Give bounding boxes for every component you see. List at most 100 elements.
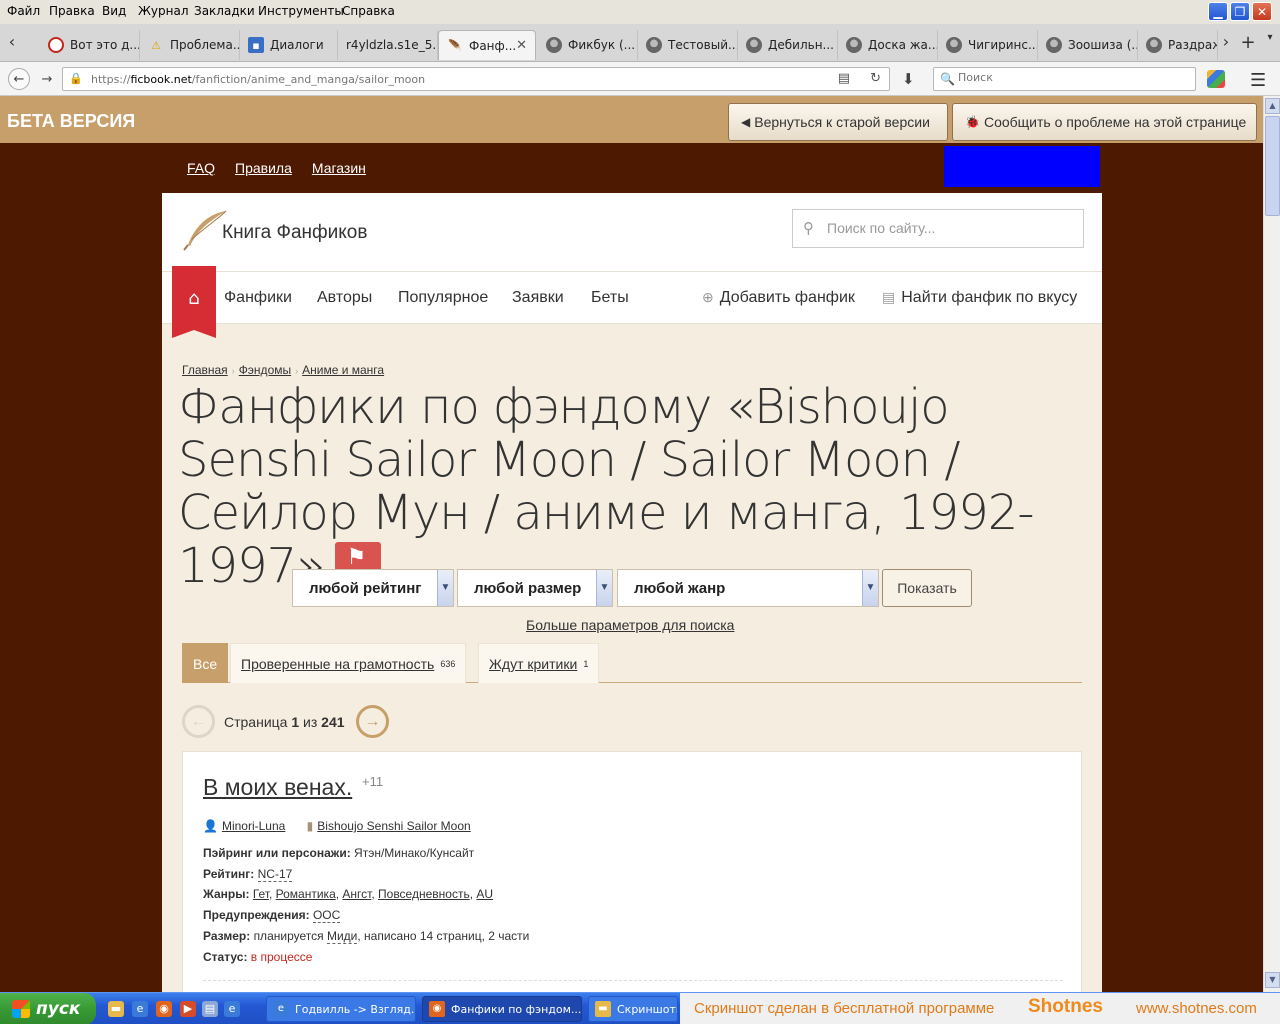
show-button[interactable]: Показать <box>882 569 972 607</box>
next-page-icon[interactable]: → <box>356 705 389 738</box>
media-icon[interactable]: ▶ <box>180 1001 196 1017</box>
scroll-up-icon[interactable]: ▲ <box>1265 98 1280 114</box>
scroll-thumb[interactable] <box>1265 116 1280 216</box>
menu-help[interactable]: Справка <box>342 4 395 18</box>
start-button[interactable]: пуск <box>0 993 96 1024</box>
tab-await-critique[interactable]: Ждут критики 1 <box>478 643 600 683</box>
tabs-scroll-left-icon[interactable]: ‹ <box>2 32 22 54</box>
vertical-scrollbar[interactable]: ▲ ▼ <box>1263 96 1280 992</box>
hamburger-menu-icon[interactable]: ☰ <box>1250 70 1266 91</box>
tab-all[interactable]: Все <box>182 643 229 683</box>
size-select[interactable]: любой размер ▼ <box>457 569 613 607</box>
size-label: Размер: <box>203 929 251 943</box>
tab-list-icon[interactable]: ▾ <box>1260 32 1280 54</box>
nav-fanfics[interactable]: Фанфики <box>224 289 292 307</box>
close-tab-icon[interactable]: ✕ <box>516 38 527 53</box>
reload-icon[interactable]: ↻ <box>870 71 881 86</box>
menu-tools[interactable]: Инструменты <box>258 4 344 18</box>
tab-proofread-count: 636 <box>440 658 456 669</box>
breadcrumb-home[interactable]: Главная <box>182 363 228 377</box>
ie-icon[interactable]: e <box>224 1001 240 1017</box>
back-icon[interactable]: ← <box>8 68 30 90</box>
fandom-link[interactable]: Bishoujo Senshi Sailor Moon <box>317 819 470 833</box>
tab-label: Проблема... <box>170 38 240 52</box>
firefox-icon[interactable]: ◉ <box>156 1001 172 1017</box>
prev-page-icon[interactable]: ← <box>182 705 215 738</box>
genre-select[interactable]: любой жанр ▼ <box>617 569 879 607</box>
find-fanfic-link[interactable]: ▤ Найти фанфик по вкусу <box>882 289 1077 307</box>
add-fanfic-link[interactable]: ⊕ Добавить фанфик <box>702 289 855 307</box>
genre-link[interactable]: Ангст <box>342 887 371 901</box>
rating-link[interactable]: NC-17 <box>257 867 293 882</box>
genre-link[interactable]: Романтика <box>276 887 336 901</box>
forward-icon[interactable]: → <box>36 68 58 90</box>
ad-banner[interactable] <box>944 146 1100 187</box>
size-link[interactable]: Миди <box>326 929 358 944</box>
taskbar-task[interactable]: e Годвилль -> Взгляд... <box>266 996 416 1022</box>
shop-link[interactable]: Магазин <box>312 160 366 176</box>
nav-requests[interactable]: Заявки <box>512 289 564 307</box>
maximize-icon[interactable]: ❐ <box>1230 2 1250 21</box>
address-bar[interactable]: 🔒 https://ficbook.net/fanfiction/anime_a… <box>62 67 890 91</box>
browser-tab[interactable]: Вот это д... <box>40 30 140 60</box>
new-tab-icon[interactable]: + <box>1238 32 1258 54</box>
browser-tab-active[interactable]: 🪶 Фанф... ✕ <box>438 30 536 60</box>
browser-tab[interactable]: ⚠ Проблема... <box>140 30 240 60</box>
folder-icon[interactable]: ▬ <box>108 1001 124 1017</box>
genre-link[interactable]: Повседневность <box>378 887 470 901</box>
minimize-icon[interactable]: ▁ <box>1208 2 1228 21</box>
document-icon[interactable]: ▤ <box>202 1001 218 1017</box>
nav-authors[interactable]: Авторы <box>317 289 372 307</box>
avatar-icon <box>1146 37 1162 53</box>
warning-link[interactable]: OOC <box>312 908 341 923</box>
breadcrumb-anime[interactable]: Аниме и манга <box>302 363 384 377</box>
status-label: Статус: <box>203 950 248 964</box>
menu-view[interactable]: Вид <box>102 4 126 18</box>
close-icon[interactable]: ✕ <box>1252 2 1272 21</box>
more-params-link[interactable]: Больше параметров для поиска <box>526 617 734 633</box>
browser-tab[interactable]: ▪ Диалоги <box>240 30 338 60</box>
download-icon[interactable]: ⬇ <box>902 70 915 88</box>
browser-tab[interactable]: Чигиринс... <box>938 30 1038 60</box>
report-problem-button[interactable]: 🐞 Сообщить о проблеме на этой странице <box>952 103 1257 141</box>
nav-popular[interactable]: Популярное <box>398 289 488 307</box>
browser-tab[interactable]: Доска жа... <box>838 30 938 60</box>
browser-tab[interactable]: Фикбук (... <box>538 30 638 60</box>
genres-label: Жанры: <box>203 887 250 901</box>
menu-edit[interactable]: Правка <box>49 4 95 18</box>
tab-proofread[interactable]: Проверенные на грамотность 636 <box>230 643 467 683</box>
breadcrumb-fandoms[interactable]: Фэндомы <box>239 363 291 377</box>
genre-link[interactable]: Гет <box>253 887 269 901</box>
browser-tab[interactable]: Дебильн... <box>738 30 838 60</box>
faq-link[interactable]: FAQ <box>187 160 215 176</box>
fanfic-title-link[interactable]: В моих венах. <box>203 774 352 801</box>
browser-search-box[interactable]: 🔍 <box>933 67 1196 91</box>
menu-history[interactable]: Журнал <box>138 4 189 18</box>
taskbar-task[interactable]: ▬ Скриншоты <box>588 996 678 1022</box>
menu-bookmarks[interactable]: Закладки <box>194 4 255 18</box>
ie-icon[interactable]: e <box>132 1001 148 1017</box>
browser-tab[interactable]: r4yldzla.s1e_5... <box>338 30 438 60</box>
home-button[interactable]: ⌂ <box>172 266 216 338</box>
author-link[interactable]: Minori-Luna <box>222 819 285 833</box>
nav-betas[interactable]: Беты <box>591 289 629 307</box>
scroll-down-icon[interactable]: ▼ <box>1265 972 1280 988</box>
menu-file[interactable]: Файл <box>7 4 40 18</box>
browser-tab[interactable]: Раздраж... <box>1138 30 1218 60</box>
taskbar-task-active[interactable]: ◉ Фанфики по фэндом... <box>422 996 582 1022</box>
site-logo-text[interactable]: Книга Фанфиков <box>222 222 367 244</box>
search-icon: ⚲ <box>803 219 814 237</box>
old-version-button[interactable]: ◀ Вернуться к старой версии <box>728 103 948 141</box>
site-search-box[interactable]: ⚲ <box>792 209 1084 248</box>
reader-view-icon[interactable]: ▤ <box>838 71 850 86</box>
browser-tab[interactable]: Тестовый... <box>638 30 738 60</box>
rating-select[interactable]: любой рейтинг ▼ <box>292 569 454 607</box>
genre-link[interactable]: AU <box>476 887 493 901</box>
extension-icon[interactable] <box>1207 70 1225 88</box>
tabs-scroll-right-icon[interactable]: › <box>1216 32 1236 54</box>
site-search-input[interactable] <box>827 220 1067 236</box>
breadcrumb-separator-icon: › <box>295 366 299 376</box>
browser-search-input[interactable] <box>958 71 1178 84</box>
browser-tab[interactable]: Зоошиза (... <box>1038 30 1138 60</box>
rules-link[interactable]: Правила <box>235 160 292 176</box>
